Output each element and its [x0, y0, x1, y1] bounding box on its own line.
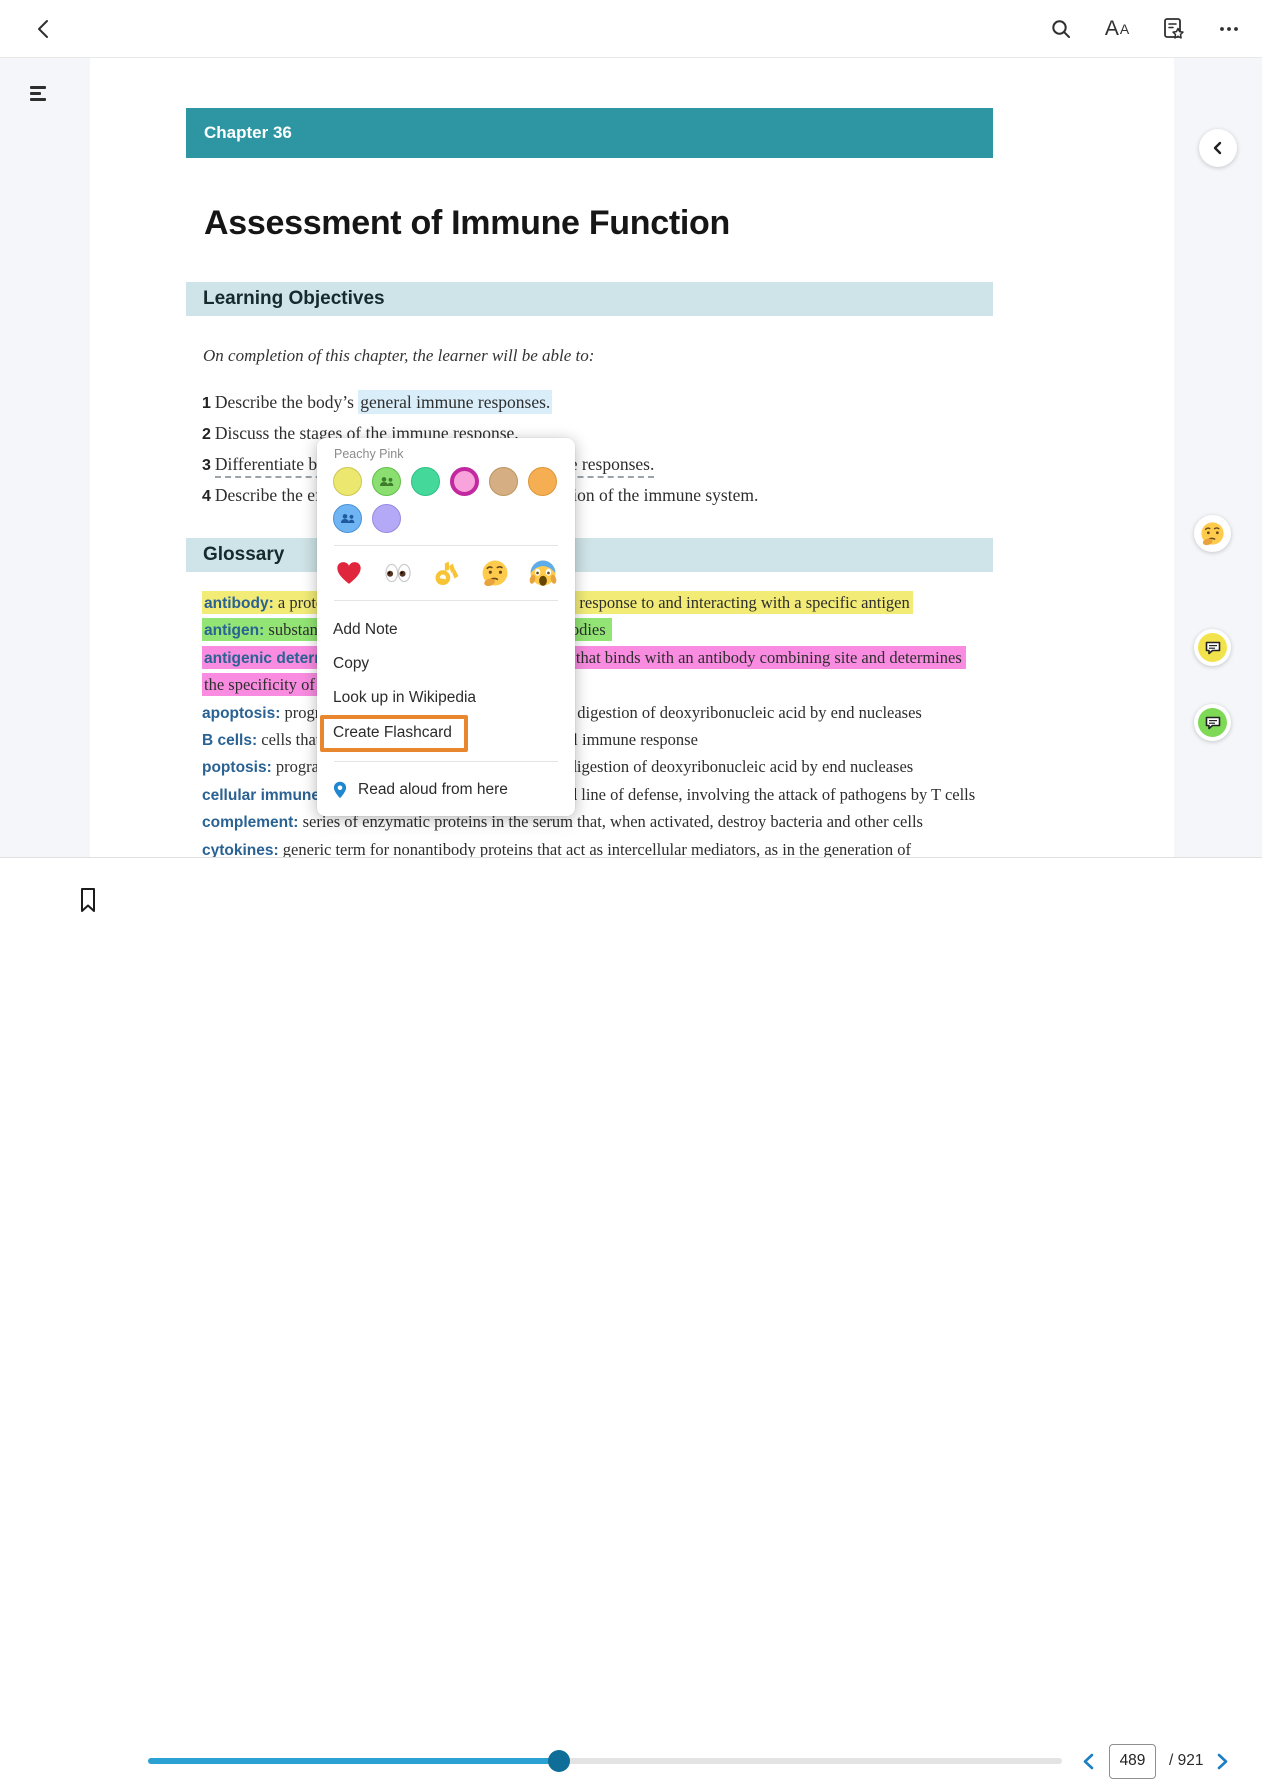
glossary-entry: cytokines: generic term for nonantibody … — [202, 836, 975, 857]
bookmark-icon — [78, 887, 98, 913]
notebook-star-icon — [1160, 16, 1186, 42]
context-menu-items: Add Note Copy Look up in Wikipedia Creat… — [333, 613, 559, 749]
menu-item-create-flashcard-wrap: Create Flashcard — [333, 715, 559, 749]
text-settings-label-small: A — [1120, 21, 1129, 37]
menu-item-wikipedia[interactable]: Look up in Wikipedia — [333, 681, 559, 715]
thinking-face-icon — [1200, 521, 1225, 546]
divider — [334, 600, 558, 601]
chapter-banner: Chapter 36 — [186, 108, 993, 158]
divider — [334, 545, 558, 546]
bottom-navigation-bar: / 921 — [0, 857, 1262, 939]
back-button[interactable] — [32, 17, 56, 41]
map-pin-icon — [333, 781, 347, 799]
chevron-left-icon — [32, 17, 56, 41]
read-aloud-button[interactable]: Read aloud from here — [333, 774, 559, 806]
yellow-note-disc — [1198, 633, 1227, 662]
highlight-color-row-2 — [333, 504, 559, 533]
highlight-color-row-1 — [333, 467, 559, 496]
people-icon — [379, 476, 395, 488]
previous-page-button[interactable] — [1082, 1752, 1096, 1770]
slider-thumb[interactable] — [548, 1750, 570, 1772]
top-toolbar: A A — [0, 0, 1262, 58]
color-swatch-blue-shared[interactable] — [333, 504, 362, 533]
table-of-contents-button[interactable] — [30, 86, 48, 102]
collapse-panel-button[interactable] — [1199, 129, 1237, 167]
read-aloud-label: Read aloud from here — [358, 781, 508, 799]
menu-item-create-flashcard[interactable]: Create Flashcard — [320, 715, 468, 752]
search-icon — [1049, 17, 1073, 41]
color-swatch-tan[interactable] — [489, 467, 518, 496]
text-settings-button[interactable]: A A — [1102, 14, 1132, 44]
progress-slider[interactable] — [148, 1758, 1062, 1764]
objectives-intro: On completion of this chapter, the learn… — [203, 346, 594, 366]
red-heart-icon[interactable] — [335, 559, 363, 587]
color-swatch-lavender[interactable] — [372, 504, 401, 533]
color-swatch-orange[interactable] — [528, 467, 557, 496]
color-swatch-peachy-pink-selected[interactable] — [450, 467, 479, 496]
book-page: Chapter 36 Assessment of Immune Function… — [90, 58, 1174, 857]
margin-note-yellow[interactable] — [1194, 629, 1231, 666]
color-swatch-yellow[interactable] — [333, 467, 362, 496]
ebook-reader: A A Chapter 36 — [0, 0, 1262, 939]
eyes-icon[interactable] — [384, 559, 412, 587]
search-button[interactable] — [1046, 14, 1076, 44]
learning-objectives-heading: Learning Objectives — [186, 282, 993, 316]
glossary-heading: Glossary — [186, 538, 993, 572]
page-number-input[interactable] — [1109, 1744, 1156, 1779]
margin-note-green[interactable] — [1194, 704, 1231, 741]
people-icon — [340, 513, 356, 525]
menu-item-add-note[interactable]: Add Note — [333, 613, 559, 647]
color-swatch-mint[interactable] — [411, 467, 440, 496]
next-page-button[interactable] — [1216, 1752, 1230, 1770]
page-navigator: / 921 — [1082, 1742, 1230, 1780]
thinking-face-icon[interactable] — [481, 559, 509, 587]
selection-context-menu: Peachy Pink — [317, 438, 575, 816]
ellipsis-icon — [1219, 26, 1239, 32]
chevron-left-icon — [1211, 141, 1225, 155]
chapter-label: Chapter 36 — [204, 123, 292, 143]
speech-bubble-icon — [1205, 641, 1221, 655]
page-total-label: / 921 — [1169, 1752, 1203, 1770]
more-options-button[interactable] — [1214, 14, 1244, 44]
margin-reaction-thinking[interactable] — [1194, 515, 1231, 552]
menu-item-copy[interactable]: Copy — [333, 647, 559, 681]
text-settings-label-large: A — [1105, 17, 1119, 41]
page-title: Assessment of Immune Function — [204, 204, 1004, 243]
notebook-button[interactable] — [1158, 14, 1188, 44]
selected-color-name: Peachy Pink — [334, 447, 559, 461]
ok-hand-icon[interactable] — [432, 559, 460, 587]
screaming-face-icon[interactable] — [529, 559, 557, 587]
divider — [334, 761, 558, 762]
color-swatch-green-shared[interactable] — [372, 467, 401, 496]
green-note-disc — [1198, 708, 1227, 737]
blue-highlight[interactable]: general immune responses. — [358, 390, 552, 414]
speech-bubble-icon — [1205, 716, 1221, 730]
bookmark-button[interactable] — [78, 887, 98, 918]
reading-area: Chapter 36 Assessment of Immune Function… — [0, 58, 1262, 857]
objective-item: 1Describe the body’s general immune resp… — [202, 387, 758, 418]
progress-fill — [148, 1758, 559, 1764]
emoji-reaction-row — [333, 558, 559, 588]
